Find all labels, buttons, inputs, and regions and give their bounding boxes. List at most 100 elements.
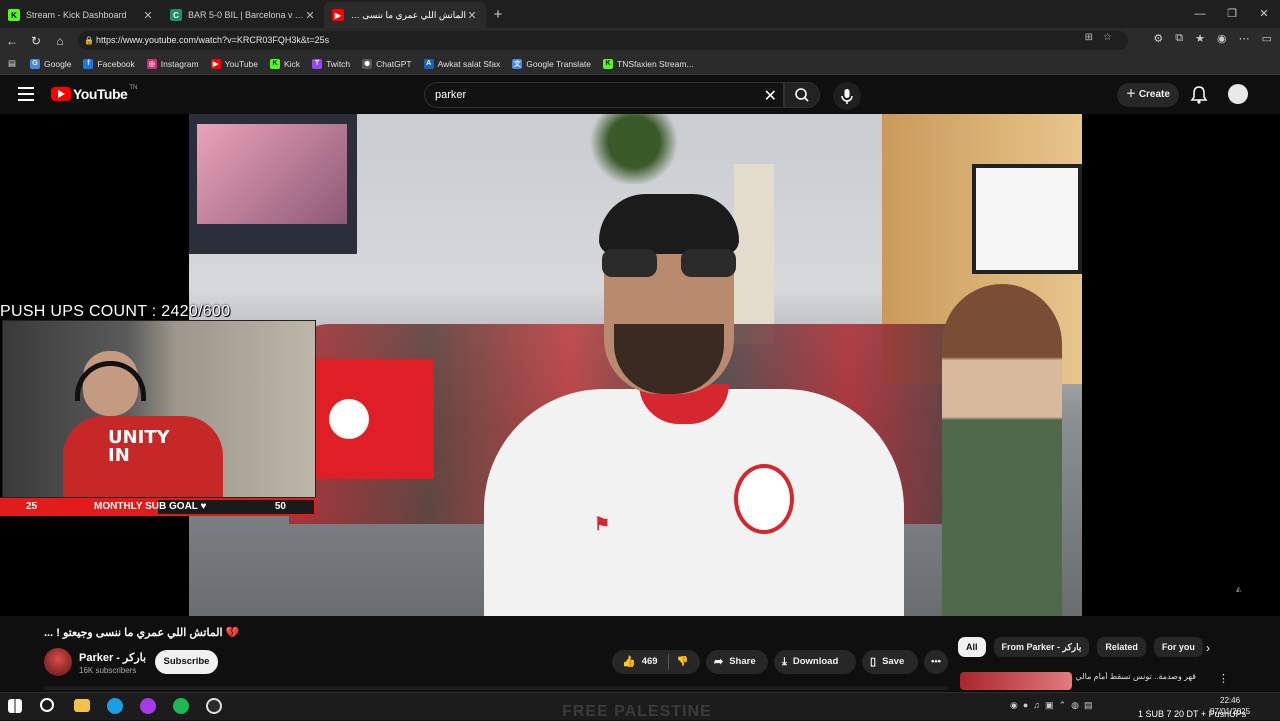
search-input[interactable] [425,83,745,107]
download-button[interactable]: ⤓ Download [774,650,856,674]
spotify-icon[interactable] [173,698,189,714]
minimize-button[interactable]: — [1184,0,1216,28]
bookmark-chatgpt[interactable]: ✺ ChatGPT [362,58,412,69]
reload-button[interactable]: ↻ [24,34,48,48]
favorites-icon[interactable]: ★ [1195,32,1205,45]
close-icon[interactable]: ✕ [304,9,316,22]
like-count[interactable]: 469 [642,650,658,674]
save-button[interactable]: ▯ Save [862,650,918,674]
bookmark-instagram[interactable]: ◎ Instagram [146,58,199,69]
home-button[interactable]: ⌂ [48,34,72,48]
share-button[interactable]: ➦ Share [706,650,768,674]
logo-country-code: TN [129,85,138,91]
tab-barcelona-match[interactable]: C BAR 5-0 BIL | Barcelona v Ath Bilbao ✕ [162,2,324,28]
new-tab-button[interactable]: + [486,6,510,23]
channel-name[interactable]: Parker - باركر [79,651,146,664]
app-available-icon[interactable]: ⊞ [1085,32,1093,43]
chip-related[interactable]: Related [1097,637,1146,657]
more-actions-button[interactable]: ••• [924,650,948,674]
like-dislike-group: 👍 469 👎 [612,650,700,674]
webcam-overlay: UNITY IN [2,320,316,498]
chip-all[interactable]: All [958,637,986,657]
bookmark-google-translate[interactable]: 文 Google Translate [512,58,591,69]
tray-app-icon[interactable]: ◉ [1010,700,1018,711]
chevron-up-icon[interactable]: ⌃ [1059,700,1067,711]
pushups-counter: PUSH UPS COUNT : 2420/600 [0,303,231,320]
menu-dots-icon[interactable]: ⋯ [1239,32,1250,45]
sunglasses [602,249,736,277]
channel-avatar[interactable] [44,648,72,676]
bookmark-icon: ▯ [870,656,877,668]
notifications-bell-icon[interactable] [1190,85,1208,110]
video-frame[interactable]: ⚑ [189,114,1082,616]
close-window-button[interactable]: ✕ [1248,0,1280,28]
search-icon [795,88,809,102]
tray-app-icon[interactable]: ● [1023,700,1028,711]
bookmark-apps-icon[interactable]: ▤ [8,58,16,69]
bookmark-awkat-salat[interactable]: A Awkat salat Sfax [423,58,500,69]
shirt-print: UNITY IN [108,427,170,466]
recommended-thumbnail[interactable] [960,672,1072,690]
profile-icon[interactable]: ◉ [1217,32,1227,45]
bookmark-google[interactable]: G Google [30,58,71,69]
youtube-logo[interactable]: YouTube TN [51,85,138,102]
tray-app-icon[interactable]: ▤ [1084,700,1093,711]
tray-app-icon[interactable]: ▣ [1045,700,1054,711]
recommended-title[interactable]: قهر وصدمة.. تونس تسقط أمام مالي في [1076,672,1196,681]
windows-start-icon[interactable] [8,699,22,713]
search-box: ✕ [424,82,784,108]
file-explorer-icon[interactable] [74,699,90,712]
youtube-icon: ▶ [210,58,221,69]
bookmark-kick[interactable]: K Kick [270,58,300,69]
tab-youtube-video[interactable]: ▶ الماتش اللي عمري ما ننسى وجيعتو ✕ [324,2,486,28]
translate-icon: 文 [512,58,523,69]
url-field[interactable]: 🔒 https://www.youtube.com/watch?v=KRCR03… [78,31,1128,50]
tab-kick-dashboard[interactable]: K Stream - Kick Dashboard ✕ [0,2,162,28]
instagram-icon: ◎ [146,58,157,69]
youtube-icon: ▶ [332,9,344,21]
voice-search-button[interactable] [833,82,861,110]
url-actions: ⊞ ☆ [1085,32,1112,43]
channel-watermark-icon: ◭ [1236,586,1242,593]
close-icon[interactable]: ✕ [466,9,478,22]
thumbs-up-icon[interactable]: 👍 [622,650,636,674]
plus-icon: ＋ [1126,89,1139,100]
sidebar-toggle-icon[interactable]: ▭ [1262,32,1272,45]
obs-icon[interactable] [206,698,222,714]
clear-search-icon[interactable]: ✕ [764,86,777,106]
subscribe-button[interactable]: Subscribe [155,650,218,674]
sub-goal-label: MONTHLY SUB GOAL ♥ [94,501,207,512]
split-screen-icon[interactable]: ⧉ [1175,32,1183,45]
bookmark-tnsfaxien[interactable]: K TNSfaxien Stream... [603,58,694,69]
bookmark-icon: A [423,58,434,69]
address-bar-row: ← ↻ ⌂ 🔒 https://www.youtube.com/watch?v=… [0,28,1280,53]
edge-browser-icon[interactable] [107,698,123,714]
extensions-icon[interactable]: ⚙ [1153,32,1163,45]
chevron-right-icon[interactable]: › [1206,641,1210,655]
more-vert-icon[interactable]: ⋮ [1218,672,1229,685]
bookmark-youtube[interactable]: ▶ YouTube [210,58,258,69]
messenger-icon[interactable] [140,698,156,714]
menu-icon[interactable] [18,87,34,101]
youtube-header: YouTube TN ✕ ＋ Create [0,76,1280,114]
create-button[interactable]: ＋ Create [1117,83,1179,107]
chip-for-you[interactable]: For you [1153,637,1203,657]
maximize-button[interactable]: ❐ [1216,0,1248,28]
account-avatar[interactable] [1228,84,1248,104]
bookmark-twitch[interactable]: T Twitch [312,58,350,69]
search-button[interactable] [784,82,820,108]
chip-from-channel[interactable]: From Parker - باركر [993,637,1090,657]
kick-icon: K [603,58,614,69]
search-icon[interactable] [40,698,54,712]
sub-goal-bar: 25 MONTHLY SUB GOAL ♥ 50 [0,498,316,516]
sub-goal-current: 25 [26,501,38,512]
tray-app-icon[interactable]: ◍ [1071,700,1079,711]
favorite-star-icon[interactable]: ☆ [1103,32,1112,43]
thumbs-down-icon[interactable]: 👎 [677,650,689,674]
headphones-icon[interactable]: ♫ [1033,700,1040,711]
chatgpt-icon: ✺ [362,58,373,69]
tab-label: الماتش اللي عمري ما ننسى وجيعتو [350,9,466,20]
bookmark-facebook[interactable]: f Facebook [83,58,135,69]
close-icon[interactable]: ✕ [142,9,154,22]
back-button[interactable]: ← [0,34,24,48]
